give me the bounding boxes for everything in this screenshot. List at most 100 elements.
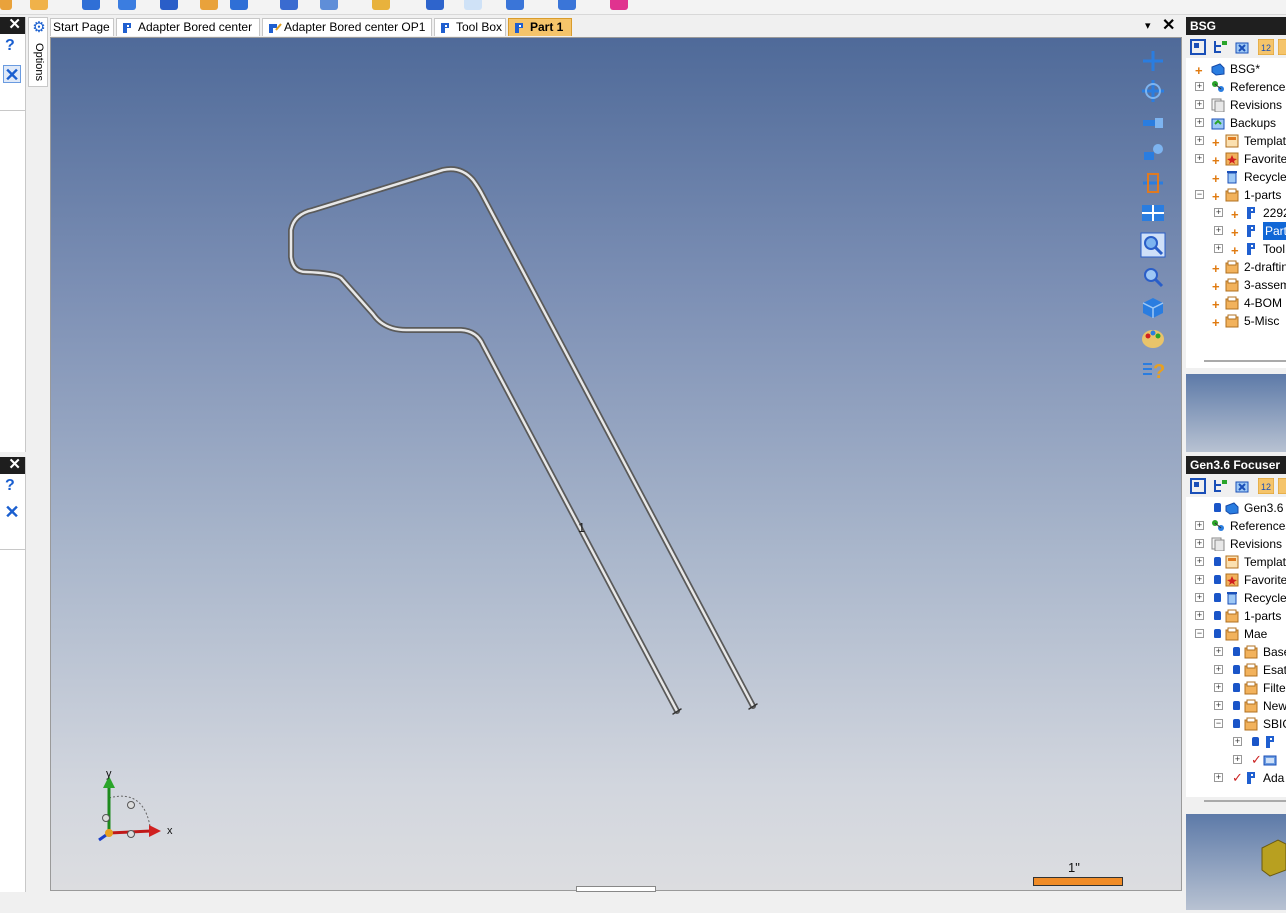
cube-icon[interactable] bbox=[118, 0, 136, 10]
expand-icon[interactable]: + bbox=[1195, 154, 1204, 163]
cube-icon[interactable] bbox=[82, 0, 100, 10]
tab-tool-box[interactable]: Tool Box bbox=[434, 18, 506, 36]
cube-icon[interactable] bbox=[426, 0, 444, 10]
tree-item[interactable]: + Templates bbox=[1186, 553, 1286, 571]
expand-icon[interactable]: + bbox=[1214, 665, 1223, 674]
wrench-icon[interactable] bbox=[372, 0, 390, 10]
focuser-tree-scrollbar[interactable] bbox=[1204, 800, 1286, 802]
new-part-icon[interactable] bbox=[0, 0, 12, 10]
cube-icon[interactable] bbox=[280, 0, 298, 10]
layout-icon[interactable] bbox=[1190, 39, 1206, 55]
viewport-layout-icon[interactable] bbox=[1140, 200, 1166, 226]
tree-item[interactable]: +3-assembly bbox=[1186, 276, 1286, 294]
expand-icon[interactable]: + bbox=[1195, 557, 1204, 566]
assembly-icon[interactable] bbox=[160, 0, 178, 10]
expand-icon[interactable]: + bbox=[1195, 118, 1204, 127]
tree-item[interactable]: + Recycle bbox=[1186, 589, 1286, 607]
tree-item[interactable]: + References bbox=[1186, 517, 1286, 535]
expand-icon[interactable]: + bbox=[1195, 82, 1204, 91]
tree-item[interactable]: ++Favorites bbox=[1186, 150, 1286, 168]
zoom-window-icon[interactable] bbox=[1140, 232, 1166, 258]
cube-icon[interactable] bbox=[230, 0, 248, 10]
axis-triad[interactable]: x y bbox=[98, 768, 173, 842]
wire-part[interactable] bbox=[288, 166, 758, 715]
delete-icon[interactable] bbox=[1234, 39, 1250, 55]
tree-expand-icon[interactable] bbox=[1212, 478, 1228, 494]
tree-item[interactable]: + Favorites bbox=[1186, 571, 1286, 589]
tree-item[interactable]: + Revisions bbox=[1186, 535, 1286, 553]
expand-icon[interactable]: + bbox=[1233, 755, 1242, 764]
tab-start-page[interactable]: Start Page bbox=[50, 18, 114, 36]
help-icon[interactable]: ? bbox=[5, 37, 15, 55]
help-icon[interactable]: ? bbox=[5, 477, 15, 495]
pan-view-icon[interactable] bbox=[1140, 110, 1166, 136]
expand-icon[interactable]: + bbox=[1195, 611, 1204, 620]
tree-item[interactable]: + ✓ Ada bbox=[1186, 769, 1286, 787]
zoom-dynamic-icon[interactable] bbox=[1140, 140, 1166, 166]
sort-icon[interactable]: 12 bbox=[1258, 39, 1274, 55]
filter-icon[interactable] bbox=[1278, 39, 1286, 55]
tab-part-1[interactable]: Part 1 bbox=[508, 18, 572, 36]
left-panel-close-icon[interactable]: ✕ bbox=[0, 457, 25, 474]
tree-item[interactable]: + Recycle bbox=[1186, 168, 1286, 186]
expand-icon[interactable]: + bbox=[1214, 683, 1223, 692]
collapse-icon[interactable]: − bbox=[1195, 629, 1204, 638]
tool-icon[interactable] bbox=[320, 0, 338, 10]
layout-icon[interactable] bbox=[1190, 478, 1206, 494]
tab-adapter-bored-center[interactable]: Adapter Bored center bbox=[116, 18, 260, 36]
tree-item[interactable]: +2-drafting bbox=[1186, 258, 1286, 276]
tree-item[interactable]: + New bbox=[1186, 697, 1286, 715]
crosshair-icon[interactable] bbox=[1140, 48, 1166, 74]
tree-item[interactable]: + Revisions bbox=[1186, 96, 1286, 114]
left-panel-close-icon[interactable]: ✕ bbox=[0, 17, 25, 34]
tree-item[interactable]: +1-parts bbox=[1186, 607, 1286, 625]
tree-item[interactable]: + Filter bbox=[1186, 679, 1286, 697]
tree-item[interactable]: − SBIG bbox=[1186, 715, 1286, 733]
tree-item[interactable]: + Backups bbox=[1186, 114, 1286, 132]
expand-icon[interactable]: + bbox=[1214, 226, 1223, 235]
expand-icon[interactable]: + bbox=[1233, 737, 1242, 746]
sort-icon[interactable]: 12 bbox=[1258, 478, 1274, 494]
tree-item[interactable]: + BSG* bbox=[1186, 60, 1286, 78]
expand-icon[interactable]: + bbox=[1195, 593, 1204, 602]
plane-view-icon[interactable] bbox=[1140, 170, 1166, 196]
tree-item[interactable]: +4-BOM bbox=[1186, 294, 1286, 312]
color-palette-icon[interactable] bbox=[1140, 326, 1166, 352]
bsg-tree-scrollbar[interactable] bbox=[1204, 360, 1286, 362]
collapse-icon[interactable]: − bbox=[1214, 719, 1223, 728]
graphics-viewport[interactable]: 1 x y bbox=[50, 37, 1182, 891]
delete-icon[interactable] bbox=[1234, 478, 1250, 494]
cube-icon[interactable] bbox=[610, 0, 628, 10]
close-document-icon[interactable]: ✕ bbox=[1162, 17, 1178, 35]
expand-icon[interactable]: + bbox=[1195, 136, 1204, 145]
expand-icon[interactable]: + bbox=[1214, 208, 1223, 217]
close-icon[interactable]: ✕ bbox=[3, 65, 21, 84]
collapse-icon[interactable]: − bbox=[1195, 190, 1204, 199]
expand-icon[interactable]: + bbox=[1195, 539, 1204, 548]
rotate-view-icon[interactable] bbox=[1140, 78, 1166, 104]
tree-item[interactable]: + Base bbox=[1186, 643, 1286, 661]
close-icon[interactable]: ✕ bbox=[3, 503, 21, 521]
bottom-panel-handle[interactable] bbox=[576, 886, 656, 892]
zoom-icon[interactable] bbox=[1140, 264, 1166, 290]
expand-icon[interactable]: + bbox=[1214, 773, 1223, 782]
expand-icon[interactable]: + bbox=[1214, 701, 1223, 710]
tree-item[interactable]: + + Tool bbox=[1186, 240, 1286, 258]
expand-icon[interactable]: + bbox=[1214, 647, 1223, 656]
help-icon[interactable]: ? bbox=[1140, 356, 1166, 382]
sheet-icon[interactable] bbox=[464, 0, 482, 10]
tree-item[interactable]: +5-Misc bbox=[1186, 312, 1286, 330]
expand-icon[interactable]: + bbox=[1195, 575, 1204, 584]
filter-icon[interactable] bbox=[1278, 478, 1286, 494]
expand-icon[interactable]: + bbox=[1214, 244, 1223, 253]
tree-item[interactable]: − +1-parts bbox=[1186, 186, 1286, 204]
tab-adapter-bored-center-op1[interactable]: Adapter Bored center OP1 bbox=[262, 18, 432, 36]
tree-item[interactable]: − Mae bbox=[1186, 625, 1286, 643]
tree-item[interactable]: ++Templates bbox=[1186, 132, 1286, 150]
tree-item[interactable]: ++2292 bbox=[1186, 204, 1286, 222]
search-icon[interactable] bbox=[506, 0, 524, 10]
options-tab[interactable]: ⚙ Options bbox=[28, 17, 48, 87]
tree-item[interactable]: + + Part bbox=[1186, 222, 1286, 240]
window-icon[interactable] bbox=[558, 0, 576, 10]
tree-item[interactable]: + Esat bbox=[1186, 661, 1286, 679]
